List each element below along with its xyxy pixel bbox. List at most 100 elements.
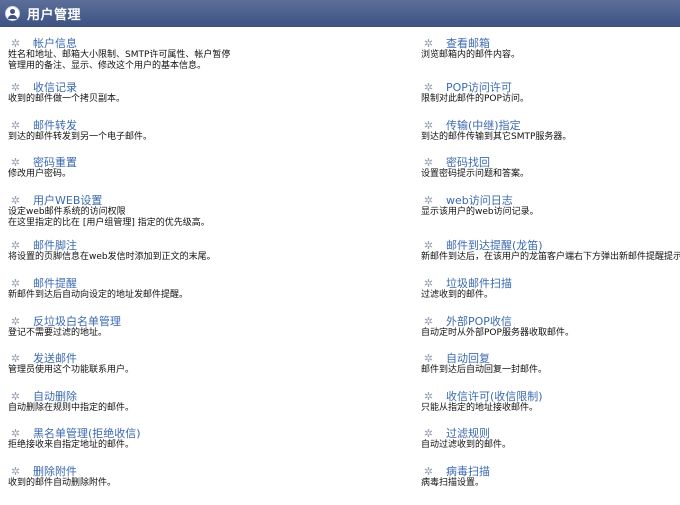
- page-header: 用户管理: [0, 0, 680, 27]
- settings-item-description: 自动定时从外部POP服务器收取邮件。: [421, 328, 574, 338]
- settings-item-header: ✲ 删除附件: [0, 464, 340, 478]
- settings-item-header: ✲ web访问日志: [413, 193, 680, 207]
- settings-item-link[interactable]: 邮件提醒: [33, 275, 77, 291]
- settings-item: ✲ 查看邮箱 浏览邮箱内的邮件内容。: [413, 36, 680, 73]
- settings-item-header: ✲ 发送邮件: [0, 351, 340, 365]
- settings-item-link[interactable]: POP访问许可: [446, 80, 512, 95]
- settings-item: ✲ 病毒扫描 病毒扫描设置。: [413, 464, 680, 501]
- gear-icon: ✲: [10, 155, 21, 169]
- settings-item-link[interactable]: 密码重置: [33, 154, 77, 170]
- settings-item-link[interactable]: 查看邮箱: [446, 36, 490, 51]
- settings-item-link[interactable]: 密码找回: [446, 155, 490, 170]
- settings-item: ✲ POP访问许可 限制对此邮件的POP访问。: [413, 80, 680, 117]
- settings-item: ✲ 收信记录 收到的邮件做一个拷贝副本。: [0, 80, 340, 117]
- settings-item-description: 管理员使用这个功能联系用户。: [8, 365, 135, 375]
- settings-item: ✲ 邮件转发 到达的邮件转发到另一个电子邮件。: [0, 118, 340, 155]
- settings-item-description: 新邮件到达后，在该用户的龙笛客户端右下方弹出新邮件提醒提示窗口: [421, 252, 680, 262]
- gear-icon: ✲: [10, 193, 21, 207]
- settings-item: ✲ 过滤规则 自动过滤收到的邮件。: [413, 426, 680, 463]
- settings-item-description: 到达的邮件转发到另一个电子邮件。: [8, 132, 153, 142]
- settings-item-link[interactable]: 反垃圾白名单管理: [33, 313, 121, 329]
- settings-item-link[interactable]: 发送邮件: [33, 350, 77, 366]
- settings-item-description: 过滤收到的邮件。: [421, 290, 494, 300]
- settings-item-header: ✲ 传输(中继)指定: [413, 118, 680, 132]
- settings-item-description: 修改用户密码。: [8, 169, 72, 179]
- settings-item-link[interactable]: 外部POP收信: [446, 314, 512, 329]
- settings-item-description: 设置密码提示问题和答案。: [421, 169, 530, 179]
- settings-item-description: 浏览邮箱内的邮件内容。: [421, 50, 521, 60]
- gear-icon: ✲: [423, 314, 434, 328]
- settings-item-header: ✲ POP访问许可: [413, 80, 680, 94]
- settings-item-description: 姓名和地址、邮箱大小限制、SMTP许可属性、帐户暂停 管理用的备注、显示、修改这…: [8, 50, 231, 71]
- gear-icon: ✲: [10, 426, 21, 440]
- settings-item-header: ✲ 邮件到达提醒(龙笛): [413, 238, 680, 252]
- settings-item-header: ✲ 收信许可(收信限制): [413, 389, 680, 403]
- settings-item-description: 将设置的页脚信息在web发信时添加到正文的末尾。: [8, 252, 216, 262]
- gear-icon: ✲: [423, 193, 434, 207]
- settings-item-description: 收到的邮件做一个拷贝副本。: [8, 94, 126, 104]
- settings-item: ✲ 帐户信息 姓名和地址、邮箱大小限制、SMTP许可属性、帐户暂停 管理用的备注、显…: [0, 36, 340, 73]
- gear-icon: ✲: [10, 464, 21, 478]
- gear-icon: ✲: [10, 118, 21, 132]
- settings-item-header: ✲ 自动删除: [0, 389, 340, 403]
- settings-item: ✲ 传输(中继)指定 到达的邮件传输到其它SMTP服务器。: [413, 118, 680, 155]
- settings-item-description: 病毒扫描设置。: [421, 478, 485, 488]
- settings-item-description: 新邮件到达后自动向设定的地址发邮件提醒。: [8, 290, 189, 300]
- gear-icon: ✲: [423, 276, 434, 290]
- settings-item-header: ✲ 用户WEB设置: [0, 193, 340, 207]
- settings-item-header: ✲ 帐户信息: [0, 36, 340, 50]
- settings-item-link[interactable]: 黑名单管理(拒绝收信): [33, 425, 141, 441]
- gear-icon: ✲: [423, 351, 434, 365]
- settings-item-link[interactable]: web访问日志: [446, 193, 513, 208]
- gear-icon: ✲: [10, 36, 21, 50]
- settings-item-header: ✲ 垃圾邮件扫描: [413, 276, 680, 290]
- settings-item-link[interactable]: 邮件转发: [33, 117, 77, 133]
- settings-item-header: ✲ 密码重置: [0, 155, 340, 169]
- settings-item-link[interactable]: 收信记录: [33, 79, 77, 95]
- settings-item-description: 只能从指定的地址接收邮件。: [421, 403, 539, 413]
- settings-item-link[interactable]: 收信许可(收信限制): [446, 389, 543, 404]
- settings-item-link[interactable]: 传输(中继)指定: [446, 118, 521, 133]
- settings-item-description: 登记不需要过滤的地址。: [8, 328, 108, 338]
- settings-item-link[interactable]: 删除附件: [33, 463, 77, 479]
- gear-icon: ✲: [423, 464, 434, 478]
- settings-item-link[interactable]: 帐户信息: [33, 35, 77, 51]
- gear-icon: ✲: [423, 118, 434, 132]
- settings-item: ✲ 邮件到达提醒(龙笛) 新邮件到达后，在该用户的龙笛客户端右下方弹出新邮件提醒提示…: [413, 238, 680, 275]
- settings-item-header: ✲ 过滤规则: [413, 426, 680, 440]
- settings-item-header: ✲ 病毒扫描: [413, 464, 680, 478]
- gear-icon: ✲: [423, 238, 434, 252]
- settings-item: ✲ 删除附件 收到的邮件自动删除附件。: [0, 464, 340, 501]
- settings-item-description: 收到的邮件自动删除附件。: [8, 478, 117, 488]
- settings-item-link[interactable]: 自动回复: [446, 351, 490, 366]
- settings-item: ✲ web访问日志 显示该用户的web访问记录。: [413, 193, 680, 230]
- gear-icon: ✲: [423, 389, 434, 403]
- settings-item-description: 拒绝接收来自指定地址的邮件。: [8, 440, 135, 450]
- settings-item: ✲ 密码重置 修改用户密码。: [0, 155, 340, 192]
- gear-icon: ✲: [423, 426, 434, 440]
- settings-item-header: ✲ 自动回复: [413, 351, 680, 365]
- gear-icon: ✲: [423, 80, 434, 94]
- page-title: 用户管理: [27, 8, 82, 23]
- settings-item-header: ✲ 反垃圾白名单管理: [0, 314, 340, 328]
- settings-item-description: 自动删除在规则中指定的邮件。: [8, 403, 135, 413]
- settings-item-description: 自动过滤收到的邮件。: [421, 440, 512, 450]
- settings-item-header: ✲ 邮件提醒: [0, 276, 340, 290]
- settings-item-link[interactable]: 邮件到达提醒(龙笛): [446, 238, 543, 253]
- gear-icon: ✲: [423, 155, 434, 169]
- settings-item-link[interactable]: 用户WEB设置: [33, 192, 102, 208]
- settings-item-link[interactable]: 垃圾邮件扫描: [446, 276, 512, 291]
- settings-item: ✲ 邮件提醒 新邮件到达后自动向设定的地址发邮件提醒。: [0, 276, 340, 313]
- gear-icon: ✲: [10, 351, 21, 365]
- settings-item-link[interactable]: 自动删除: [33, 388, 77, 404]
- settings-item: ✲ 邮件脚注 将设置的页脚信息在web发信时添加到正文的末尾。: [0, 238, 340, 275]
- settings-item: ✲ 垃圾邮件扫描 过滤收到的邮件。: [413, 276, 680, 313]
- settings-item: ✲ 密码找回 设置密码提示问题和答案。: [413, 155, 680, 192]
- settings-item: ✲ 发送邮件 管理员使用这个功能联系用户。: [0, 351, 340, 388]
- settings-item-link[interactable]: 过滤规则: [446, 426, 490, 441]
- settings-item: ✲ 自动删除 自动删除在规则中指定的邮件。: [0, 389, 340, 426]
- settings-item-link[interactable]: 邮件脚注: [33, 237, 77, 253]
- settings-item-link[interactable]: 病毒扫描: [446, 464, 490, 479]
- settings-item-header: ✲ 外部POP收信: [413, 314, 680, 328]
- settings-item: ✲ 外部POP收信 自动定时从外部POP服务器收取邮件。: [413, 314, 680, 351]
